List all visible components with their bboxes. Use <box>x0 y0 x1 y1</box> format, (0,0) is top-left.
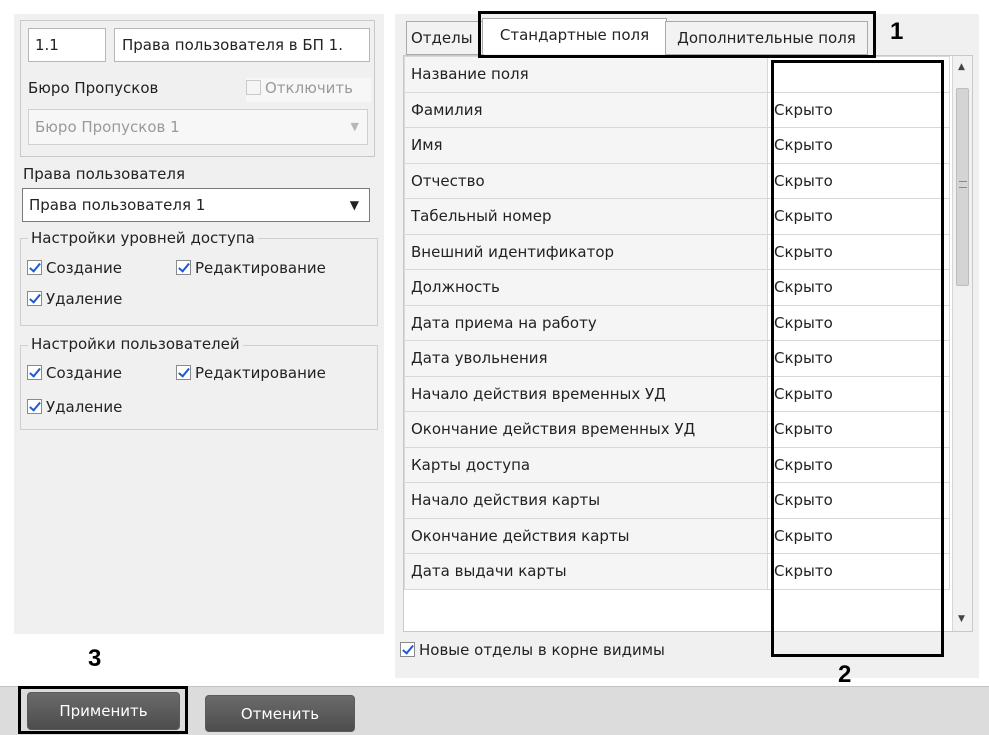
disable-checkbox[interactable]: Отключить <box>246 78 371 102</box>
users-edit-box[interactable] <box>176 365 191 380</box>
users-create-label: Создание <box>46 363 122 382</box>
field-name: Окончание действия временных УД <box>404 411 768 448</box>
column-header-name: Название поля <box>404 56 768 93</box>
field-name: Дата выдачи карты <box>404 553 768 590</box>
field-name: Дата приема на работу <box>404 304 768 341</box>
users-delete-label: Удаление <box>46 397 123 416</box>
disable-checkbox-box[interactable] <box>246 80 261 95</box>
section-header-box: 1.1 Права пользователя в БП 1. Бюро Проп… <box>20 20 375 157</box>
field-name: Начало действия временных УД <box>404 375 768 412</box>
cancel-button[interactable]: Отменить <box>205 695 355 732</box>
annotation-3: 3 <box>88 645 102 672</box>
rights-select-value: Права пользователя 1 <box>29 196 206 214</box>
new-departments-label: Новые отделы в корне видимы <box>419 640 665 659</box>
field-name: Карты доступа <box>404 446 768 483</box>
users-create-box[interactable] <box>27 365 42 380</box>
rights-label: Права пользователя <box>23 165 185 183</box>
access-edit-box[interactable] <box>176 260 191 275</box>
access-create-box[interactable] <box>27 260 42 275</box>
bureau-select[interactable]: Бюро Пропусков 1 ▼ <box>28 109 368 145</box>
field-name: Окончание действия карты <box>404 517 768 554</box>
section-number-field[interactable]: 1.1 <box>28 28 106 62</box>
bureau-select-value: Бюро Пропусков 1 <box>35 118 180 136</box>
chevron-down-icon: ▼ <box>349 198 359 212</box>
section-title-field[interactable]: Права пользователя в БП 1. <box>114 28 370 62</box>
access-delete-box[interactable] <box>27 291 42 306</box>
users-create-checkbox[interactable]: Создание <box>27 363 122 382</box>
field-name: Должность <box>404 269 768 306</box>
rights-select[interactable]: Права пользователя 1 ▼ <box>22 188 370 222</box>
field-name: Внешний идентификатор <box>404 233 768 270</box>
access-levels-legend: Настройки уровней доступа <box>28 229 258 247</box>
users-delete-checkbox[interactable]: Удаление <box>27 397 122 416</box>
users-edit-checkbox[interactable]: Редактирование <box>176 363 326 382</box>
scroll-up-icon[interactable]: ▲ <box>958 62 965 72</box>
scroll-down-icon[interactable]: ▼ <box>958 614 965 624</box>
field-name: Отчество <box>404 162 768 199</box>
users-legend: Настройки пользователей <box>28 335 243 353</box>
access-delete-label: Удаление <box>46 289 123 308</box>
chevron-down-icon: ▼ <box>350 120 359 133</box>
access-create-label: Создание <box>46 258 122 277</box>
disable-checkbox-label: Отключить <box>265 78 354 97</box>
highlight-apply-button <box>18 686 188 734</box>
access-create-checkbox[interactable]: Создание <box>27 258 122 277</box>
access-edit-checkbox[interactable]: Редактирование <box>176 258 326 277</box>
field-name: Табельный номер <box>404 198 768 235</box>
annotation-1: 1 <box>890 18 904 45</box>
tab-departments[interactable]: Отделы <box>406 21 484 55</box>
users-delete-box[interactable] <box>27 399 42 414</box>
field-name: Дата увольнения <box>404 340 768 377</box>
new-departments-box[interactable] <box>400 642 415 657</box>
users-group <box>20 345 378 430</box>
grid-scrollbar[interactable]: ▲ ▼ <box>952 56 972 631</box>
users-edit-label: Редактирование <box>195 363 326 382</box>
access-delete-checkbox[interactable]: Удаление <box>27 289 122 308</box>
field-name: Фамилия <box>404 91 768 128</box>
field-name: Имя <box>404 127 768 164</box>
access-levels-group <box>20 238 378 326</box>
highlight-tabs <box>478 11 876 58</box>
highlight-visibility-column <box>771 60 944 657</box>
access-edit-label: Редактирование <box>195 258 326 277</box>
annotation-2: 2 <box>838 661 852 688</box>
grip-icon <box>959 181 967 188</box>
bureau-label: Бюро Пропусков <box>28 79 159 97</box>
scroll-thumb[interactable] <box>956 88 969 286</box>
new-departments-checkbox[interactable]: Новые отделы в корне видимы <box>400 640 665 659</box>
field-name: Начало действия карты <box>404 482 768 519</box>
